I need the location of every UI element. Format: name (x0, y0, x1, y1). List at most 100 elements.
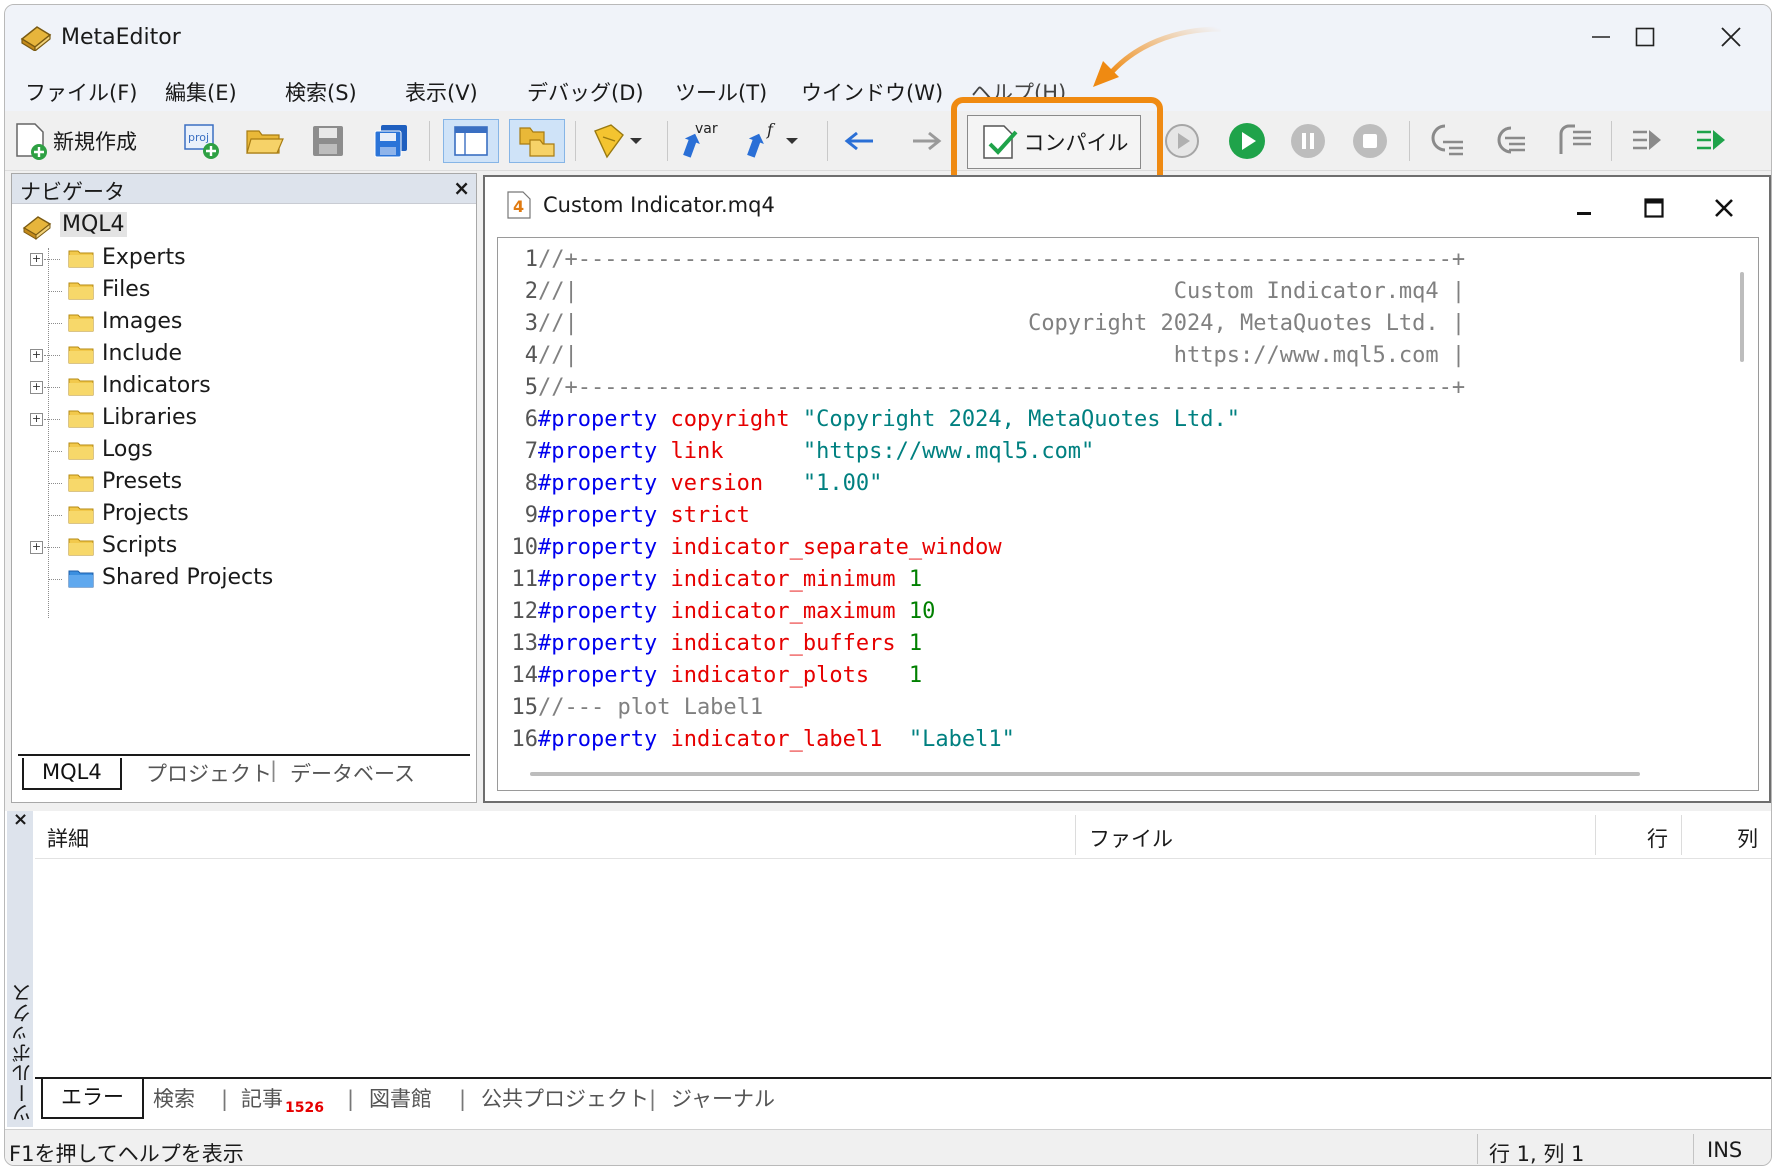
save-button[interactable] (311, 119, 345, 163)
menu-search[interactable]: 検索(S) (285, 77, 357, 107)
tab-errors[interactable]: エラー (41, 1079, 144, 1119)
toolbox-tabs: エラー 検索 | 記事 1526 | 図書館 | 公共プロジェクト | ジャーナル (35, 1077, 1771, 1123)
navigator-close-button[interactable]: × (453, 176, 470, 200)
start-on-history-button[interactable] (1163, 119, 1201, 163)
editor-minimize-button[interactable] (1569, 193, 1599, 223)
column-details[interactable]: 詳細 (47, 823, 89, 853)
tree-item-projects[interactable]: Projects (12, 498, 476, 532)
close-window-button[interactable] (1701, 17, 1761, 57)
pause-button[interactable] (1289, 119, 1327, 163)
line-number: 4 (524, 343, 538, 368)
step-out-button[interactable] (1553, 119, 1593, 163)
code-line[interactable]: 4//| https://www.mql5.com | (498, 340, 1718, 372)
tab-articles[interactable]: 記事 1526 (241, 1083, 324, 1116)
tree-item-include[interactable]: + Include (12, 338, 476, 372)
code-editor-window: 4 Custom Indicator.mq4 1//+-------------… (483, 175, 1771, 803)
code-line[interactable]: 5//+------------------------------------… (498, 372, 1718, 404)
tab-database[interactable]: データベース (290, 758, 415, 788)
code-line[interactable]: 9#property strict (498, 500, 1718, 532)
insert-function-button[interactable]: f (745, 119, 799, 163)
tree-item-images[interactable]: Images (12, 306, 476, 340)
column-line[interactable]: 行 (1647, 823, 1668, 853)
tree-item-logs[interactable]: Logs (12, 434, 476, 468)
tab-library[interactable]: 図書館 (369, 1083, 432, 1113)
vertical-scrollbar[interactable] (1740, 272, 1744, 362)
toggle-breakpoint-button[interactable] (1631, 119, 1665, 163)
code-token: #property (538, 631, 671, 656)
code-token: #property (538, 407, 671, 432)
expand-icon[interactable]: + (30, 381, 43, 394)
editor-maximize-button[interactable] (1639, 193, 1669, 223)
tree-item-experts[interactable]: + Experts (12, 242, 476, 276)
column-file[interactable]: ファイル (1089, 823, 1173, 853)
code-token: strict (670, 503, 750, 528)
code-token: //--- plot Label1 (538, 695, 764, 720)
start-debug-button[interactable] (1227, 119, 1267, 163)
insert-variable-button[interactable]: var (681, 119, 721, 163)
code-token: #property (538, 567, 671, 592)
toolbox-toggle-button[interactable] (509, 119, 565, 163)
save-all-button[interactable] (373, 119, 411, 163)
line-number: 8 (524, 471, 538, 496)
menu-view[interactable]: 表示(V) (405, 77, 478, 107)
new-project-button[interactable]: proj (181, 119, 221, 163)
code-line[interactable]: 13#property indicator_buffers 1 (498, 628, 1718, 660)
menu-window[interactable]: ウインドウ(W) (801, 77, 943, 107)
code-line[interactable]: 8#property version "1.00" (498, 468, 1718, 500)
horizontal-scrollbar[interactable] (530, 772, 1640, 776)
open-button[interactable] (245, 119, 285, 163)
forward-button[interactable] (909, 119, 943, 163)
expand-icon[interactable]: + (30, 349, 43, 362)
maximize-button[interactable] (1615, 17, 1675, 57)
step-over-button[interactable] (1489, 119, 1529, 163)
code-line[interactable]: 1//+------------------------------------… (498, 244, 1718, 276)
tab-search[interactable]: 検索 (153, 1083, 195, 1113)
step-into-button[interactable] (1425, 119, 1465, 163)
breakpoint-arrow-green-icon (1697, 130, 1725, 150)
column-col[interactable]: 列 (1737, 823, 1758, 853)
code-line[interactable]: 3//| Copyright 2024, MetaQuotes Ltd. | (498, 308, 1718, 340)
toolbox-close-button[interactable]: × (13, 809, 28, 830)
tree-root-mql4[interactable]: MQL4 (12, 210, 476, 244)
code-line[interactable]: 6#property copyright "Copyright 2024, Me… (498, 404, 1718, 436)
expand-icon[interactable]: + (30, 253, 43, 266)
tree-item-files[interactable]: Files (12, 274, 476, 308)
editor-close-button[interactable] (1709, 193, 1739, 223)
tree-item-scripts[interactable]: + Scripts (12, 530, 476, 564)
tab-public-projects[interactable]: 公共プロジェクト (481, 1083, 649, 1113)
menu-edit[interactable]: 編集(E) (165, 77, 237, 107)
code-token: #property (538, 599, 671, 624)
tree-item-indicators[interactable]: + Indicators (12, 370, 476, 404)
menu-tools[interactable]: ツール(T) (675, 77, 767, 107)
run-to-breakpoint-button[interactable] (1695, 119, 1729, 163)
code-line[interactable]: 16#property indicator_label1 "Label1" (498, 724, 1718, 756)
tree-item-libraries[interactable]: + Libraries (12, 402, 476, 436)
tab-mql4[interactable]: MQL4 (22, 758, 122, 790)
styler-button[interactable] (589, 119, 643, 163)
code-line[interactable]: 2//| Custom Indicator.mq4 | (498, 276, 1718, 308)
tab-journal[interactable]: ジャーナル (671, 1083, 775, 1113)
menu-debug[interactable]: デバッグ(D) (527, 77, 644, 107)
folder-icon (68, 442, 94, 460)
code-line[interactable]: 15//--- plot Label1 (498, 692, 1718, 724)
expand-icon[interactable]: + (30, 541, 43, 554)
back-button[interactable] (843, 119, 877, 163)
code-line[interactable]: 12#property indicator_maximum 10 (498, 596, 1718, 628)
code-area[interactable]: 1//+------------------------------------… (497, 237, 1759, 791)
code-line[interactable]: 14#property indicator_plots 1 (498, 660, 1718, 692)
new-file-button[interactable]: 新規作成 (13, 119, 137, 163)
code-line[interactable]: 10#property indicator_separate_window (498, 532, 1718, 564)
new-file-label: 新規作成 (53, 130, 137, 154)
menu-file[interactable]: ファイル(F) (25, 77, 137, 107)
folder-icon (68, 314, 94, 332)
tab-project[interactable]: プロジェクト (146, 758, 272, 788)
code-line[interactable]: 7#property link "https://www.mql5.com" (498, 436, 1718, 468)
tree-item-presets[interactable]: Presets (12, 466, 476, 500)
stop-button[interactable] (1351, 119, 1389, 163)
navigator-tabs: MQL4 プロジェクト | データベース (18, 754, 470, 796)
tree-item-shared-projects[interactable]: Shared Projects (12, 562, 476, 596)
expand-icon[interactable]: + (30, 413, 43, 426)
code-line[interactable]: 11#property indicator_minimum 1 (498, 564, 1718, 596)
navigator-toggle-button[interactable] (443, 119, 499, 163)
code-token: "Label1" (908, 727, 1015, 752)
